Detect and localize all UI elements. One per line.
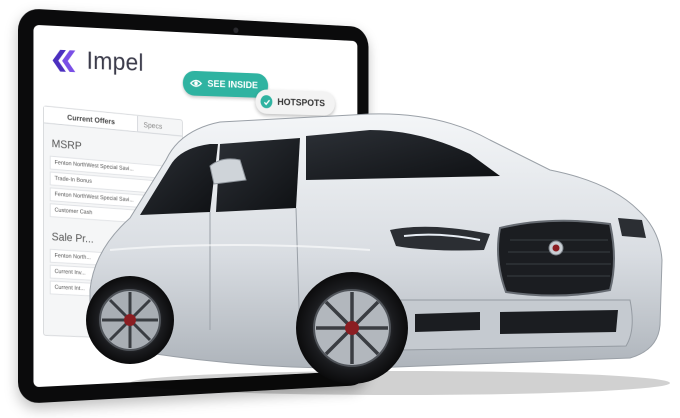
front-wheel [296, 272, 408, 384]
rear-wheel [86, 276, 174, 364]
see-inside-label: SEE INSIDE [207, 78, 258, 92]
brand-logo: Impel [51, 45, 144, 77]
eye-icon [190, 78, 202, 88]
see-inside-button[interactable]: SEE INSIDE [182, 70, 269, 99]
impel-chevron-icon [53, 49, 76, 73]
suv-car-image [86, 113, 670, 395]
camera-dot [233, 27, 239, 34]
brand-name: Impel [86, 47, 144, 77]
